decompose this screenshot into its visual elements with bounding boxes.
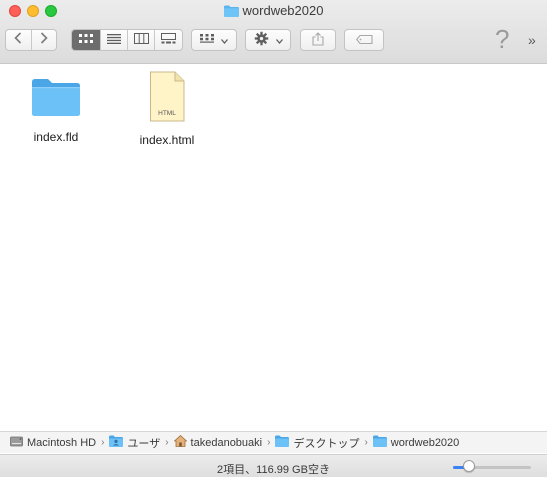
gallery-view-icon — [161, 31, 176, 49]
view-mode-control — [71, 29, 183, 51]
file-name: index.html — [139, 133, 195, 147]
status-bar: 2項目、116.99 GB空き — [0, 454, 547, 477]
drive-icon — [10, 436, 27, 450]
tag-icon — [355, 33, 373, 47]
file-browser[interactable]: index.fld HTML index.html — [0, 65, 547, 431]
path-item-users[interactable]: ユーザ — [109, 435, 160, 451]
gear-icon — [254, 31, 269, 49]
list-view-button[interactable] — [101, 30, 128, 50]
path-separator: › — [165, 437, 169, 448]
path-item-label: wordweb2020 — [390, 436, 460, 449]
window-title-text: wordweb2020 — [242, 3, 324, 18]
path-separator: › — [364, 437, 368, 448]
help-button[interactable]: ? — [495, 24, 509, 55]
file-type-badge: HTML — [158, 110, 176, 117]
grid-icon — [200, 33, 214, 47]
home-icon — [173, 434, 191, 450]
path-item-label: デスクトップ — [293, 437, 360, 450]
path-item-label: ユーザ — [127, 437, 161, 450]
path-item-home[interactable]: takedanobuaki — [173, 434, 263, 450]
toolbar-overflow-button[interactable]: » — [528, 32, 536, 48]
path-item-macintosh-hd[interactable]: Macintosh HD — [10, 436, 96, 450]
gallery-view-button[interactable] — [155, 30, 182, 50]
folder-icon — [275, 435, 293, 450]
share-icon — [312, 31, 324, 49]
back-button[interactable] — [6, 30, 32, 50]
list-view-icon — [107, 31, 121, 49]
action-menu-button[interactable] — [245, 29, 291, 51]
tag-button[interactable] — [344, 29, 384, 51]
forward-button[interactable] — [32, 30, 57, 50]
share-button[interactable] — [300, 29, 336, 51]
folder-icon — [372, 435, 391, 450]
navigation-buttons — [5, 29, 57, 51]
path-item-label: Macintosh HD — [27, 436, 97, 449]
chevron-right-icon — [40, 31, 48, 49]
icon-view-button[interactable] — [72, 30, 101, 50]
finder-toolbar: wordweb2020 ? » — [0, 0, 547, 64]
path-item-desktop[interactable]: デスクトップ — [275, 435, 359, 451]
icon-view-icon — [79, 31, 93, 49]
path-item-label: takedanobuaki — [190, 436, 263, 449]
path-item-wordweb2020[interactable]: wordweb2020 — [372, 435, 460, 450]
chevron-down-icon — [221, 33, 228, 47]
path-separator: › — [267, 437, 271, 448]
column-view-button[interactable] — [128, 30, 155, 50]
folder-icon — [223, 4, 239, 22]
file-name: index.fld — [33, 130, 79, 144]
group-by-button[interactable] — [191, 29, 237, 51]
path-bar: Macintosh HD › ユーザ › takedanobuaki › デスク… — [0, 431, 547, 453]
column-view-icon — [133, 31, 149, 49]
folder-icon — [31, 77, 81, 122]
users-folder-icon — [109, 435, 127, 450]
html-document-icon: HTML — [147, 71, 187, 128]
path-separator: › — [101, 437, 105, 448]
file-item-html[interactable]: HTML index.html — [122, 71, 212, 147]
chevron-left-icon — [14, 31, 22, 49]
file-item-folder[interactable]: index.fld — [11, 77, 101, 144]
chevron-down-icon — [275, 33, 283, 47]
slider-knob[interactable] — [462, 460, 475, 472]
window-title: wordweb2020 — [0, 2, 547, 20]
